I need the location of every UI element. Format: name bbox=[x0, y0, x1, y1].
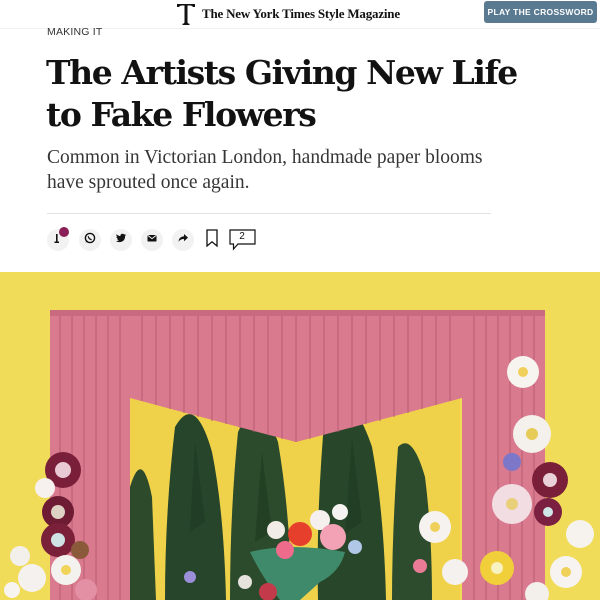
article-summary: Common in Victorian London, handmade pap… bbox=[47, 147, 483, 193]
site-header: The New York Times Style Magazine PLAY T… bbox=[0, 0, 600, 29]
brand-logo-link[interactable]: The New York Times Style Magazine bbox=[176, 1, 400, 27]
gift-article-button[interactable] bbox=[47, 227, 69, 251]
hero-image bbox=[0, 272, 600, 600]
bookmark-icon bbox=[206, 228, 218, 252]
play-crossword-button[interactable]: PLAY THE CROSSWORD bbox=[484, 1, 597, 23]
divider bbox=[47, 213, 491, 214]
comments-count: 2 bbox=[239, 231, 245, 242]
comments-button[interactable]: 2 bbox=[229, 229, 257, 251]
t-magazine-logo-icon bbox=[176, 2, 196, 26]
more-share-button[interactable] bbox=[172, 229, 194, 251]
save-article-button[interactable] bbox=[205, 228, 219, 252]
gift-badge-icon bbox=[59, 227, 69, 237]
paper-flower-stage-illustration bbox=[0, 272, 600, 600]
email-share-button[interactable] bbox=[141, 229, 163, 251]
whatsapp-icon bbox=[84, 231, 96, 249]
share-icon bbox=[177, 231, 189, 249]
email-icon bbox=[146, 231, 158, 249]
whatsapp-share-button[interactable] bbox=[79, 229, 101, 251]
article-headline: The Artists Giving New Life to Fake Flow… bbox=[46, 53, 518, 134]
twitter-share-button[interactable] bbox=[110, 229, 132, 251]
brand-name: The New York Times Style Magazine bbox=[202, 6, 400, 21]
share-toolbar: 2 bbox=[47, 227, 307, 252]
section-kicker[interactable]: MAKING IT bbox=[47, 26, 102, 38]
twitter-icon bbox=[115, 231, 127, 249]
